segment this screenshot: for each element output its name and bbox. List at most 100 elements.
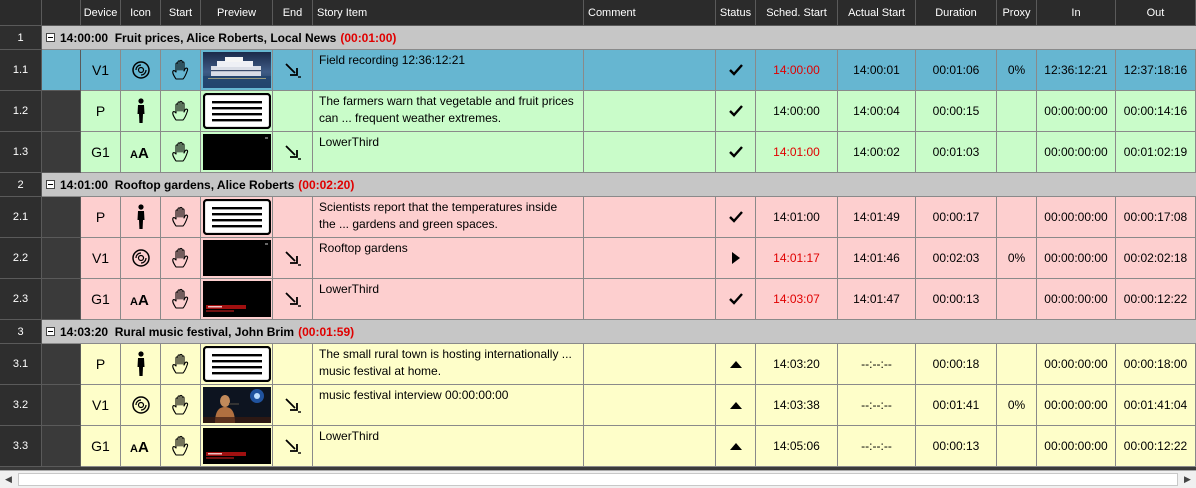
cell-icon[interactable]: AA [121,132,161,173]
script-thumbnail[interactable] [202,93,271,129]
cell-status[interactable] [716,238,756,279]
cell-preview[interactable] [201,50,273,91]
cell-status[interactable] [716,50,756,91]
cell-device[interactable]: P [81,197,121,238]
cell-icon[interactable]: AA [121,426,161,467]
manual-hand-icon[interactable] [171,141,191,163]
cell-preview[interactable] [201,132,273,173]
cell-icon[interactable] [121,344,161,385]
cell-proxy[interactable]: 0% [997,50,1037,91]
cell-story[interactable]: LowerThird [313,426,584,467]
cell-start[interactable] [161,132,201,173]
column-header-status[interactable]: Status [716,0,756,26]
script-thumbnail[interactable] [202,346,271,382]
column-header-num[interactable] [0,0,42,26]
cell-num[interactable]: 1.1 [0,50,42,91]
cell-end[interactable] [273,91,313,132]
cell-sched[interactable]: 14:05:06 [756,426,838,467]
cell-comment[interactable] [584,50,716,91]
table-row[interactable]: 2.3 G1 A A LowerThird 14:03:07 14:01:47 00:00:1… [0,279,1196,320]
cell-in[interactable]: 00:00:00:00 [1037,426,1116,467]
cell-status[interactable] [716,385,756,426]
black-thumbnail[interactable] [202,240,271,276]
cell-sched[interactable]: 14:00:00 [756,50,838,91]
manual-hand-icon[interactable] [171,394,191,416]
cell-story[interactable]: Scientists report that the temperatures … [313,197,584,238]
collapse-toggle-icon[interactable] [46,180,55,189]
cell-duration[interactable]: 00:00:18 [916,344,997,385]
cell-comment[interactable] [584,426,716,467]
lowerthird-thumbnail[interactable] [202,428,271,464]
group-number[interactable]: 2 [0,173,42,197]
cell-sched[interactable]: 14:03:20 [756,344,838,385]
cell-comment[interactable] [584,238,716,279]
cell-in[interactable]: 00:00:00:00 [1037,385,1116,426]
group-header[interactable]: 14:03:20 Rural music festival, John Brim… [42,320,1196,344]
table-row[interactable]: 3.2 V1 music festival interview 00:00:00:0… [0,385,1196,426]
manual-hand-icon[interactable] [171,59,191,81]
cell-preview[interactable] [201,279,273,320]
cell-in[interactable]: 00:00:00:00 [1037,91,1116,132]
manual-hand-icon[interactable] [171,435,191,457]
cell-icon[interactable]: AA [121,279,161,320]
table-row[interactable]: 1.1 V1 Field recording 12:36:12:21 14:00:00… [0,50,1196,91]
cell-duration[interactable]: 00:01:03 [916,132,997,173]
column-header-preview[interactable]: Preview [201,0,273,26]
cell-num[interactable]: 3.2 [0,385,42,426]
up-triangle-icon[interactable] [729,442,743,451]
collapse-toggle-icon[interactable] [46,327,55,336]
manual-hand-icon[interactable] [171,288,191,310]
cell-story[interactable]: music festival interview 00:00:00:00 [313,385,584,426]
cell-num[interactable]: 2.1 [0,197,42,238]
cell-actual[interactable]: --:--:-- [838,385,916,426]
up-triangle-icon[interactable] [729,401,743,410]
cell-out[interactable]: 12:37:18:16 [1116,50,1196,91]
cell-actual[interactable]: --:--:-- [838,344,916,385]
check-icon[interactable] [728,146,743,158]
cell-sched[interactable]: 14:03:07 [756,279,838,320]
cell-story[interactable]: The farmers warn that vegetable and frui… [313,91,584,132]
cell-duration[interactable]: 00:00:13 [916,426,997,467]
cell-comment[interactable] [584,279,716,320]
cell-duration[interactable]: 00:01:41 [916,385,997,426]
cell-num[interactable]: 2.3 [0,279,42,320]
cell-start[interactable] [161,91,201,132]
scroll-right-icon[interactable]: ▶ [1179,471,1196,488]
cell-sched[interactable]: 14:00:00 [756,91,838,132]
cell-proxy[interactable]: 0% [997,385,1037,426]
cell-preview[interactable] [201,344,273,385]
cell-in[interactable]: 00:00:00:00 [1037,197,1116,238]
cell-end[interactable] [273,197,313,238]
cell-out[interactable]: 00:00:14:16 [1116,91,1196,132]
cell-num[interactable]: 1.2 [0,91,42,132]
column-header-end[interactable]: End [273,0,313,26]
scroll-left-icon[interactable]: ◀ [0,471,17,488]
auto-end-arrow-icon[interactable] [284,62,302,78]
cell-preview[interactable] [201,238,273,279]
manual-hand-icon[interactable] [171,206,191,228]
cell-proxy[interactable] [997,197,1037,238]
cell-in[interactable]: 00:00:00:00 [1037,344,1116,385]
column-header-in[interactable]: In [1037,0,1116,26]
cell-duration[interactable]: 00:02:03 [916,238,997,279]
cell-preview[interactable] [201,426,273,467]
cell-start[interactable] [161,426,201,467]
manual-hand-icon[interactable] [171,353,191,375]
cell-in[interactable]: 00:00:00:00 [1037,279,1116,320]
check-icon[interactable] [728,293,743,305]
cell-start[interactable] [161,50,201,91]
cell-device[interactable]: P [81,344,121,385]
column-header-sched[interactable]: Sched. Start [756,0,838,26]
cell-preview[interactable] [201,91,273,132]
group-header[interactable]: 14:00:00 Fruit prices, Alice Roberts, Lo… [42,26,1196,50]
cell-end[interactable] [273,344,313,385]
cell-start[interactable] [161,279,201,320]
lowerthird-thumbnail[interactable] [202,281,271,317]
ferry-thumbnail[interactable] [202,52,271,88]
script-thumbnail[interactable] [202,199,271,235]
table-row[interactable]: 1.3 G1 A A LowerThird 14:01:00 14:00:02 00:01:0… [0,132,1196,173]
cell-device[interactable]: G1 [81,426,121,467]
black-thumbnail[interactable] [202,134,271,170]
cell-out[interactable]: 00:01:02:19 [1116,132,1196,173]
cell-device[interactable]: G1 [81,132,121,173]
